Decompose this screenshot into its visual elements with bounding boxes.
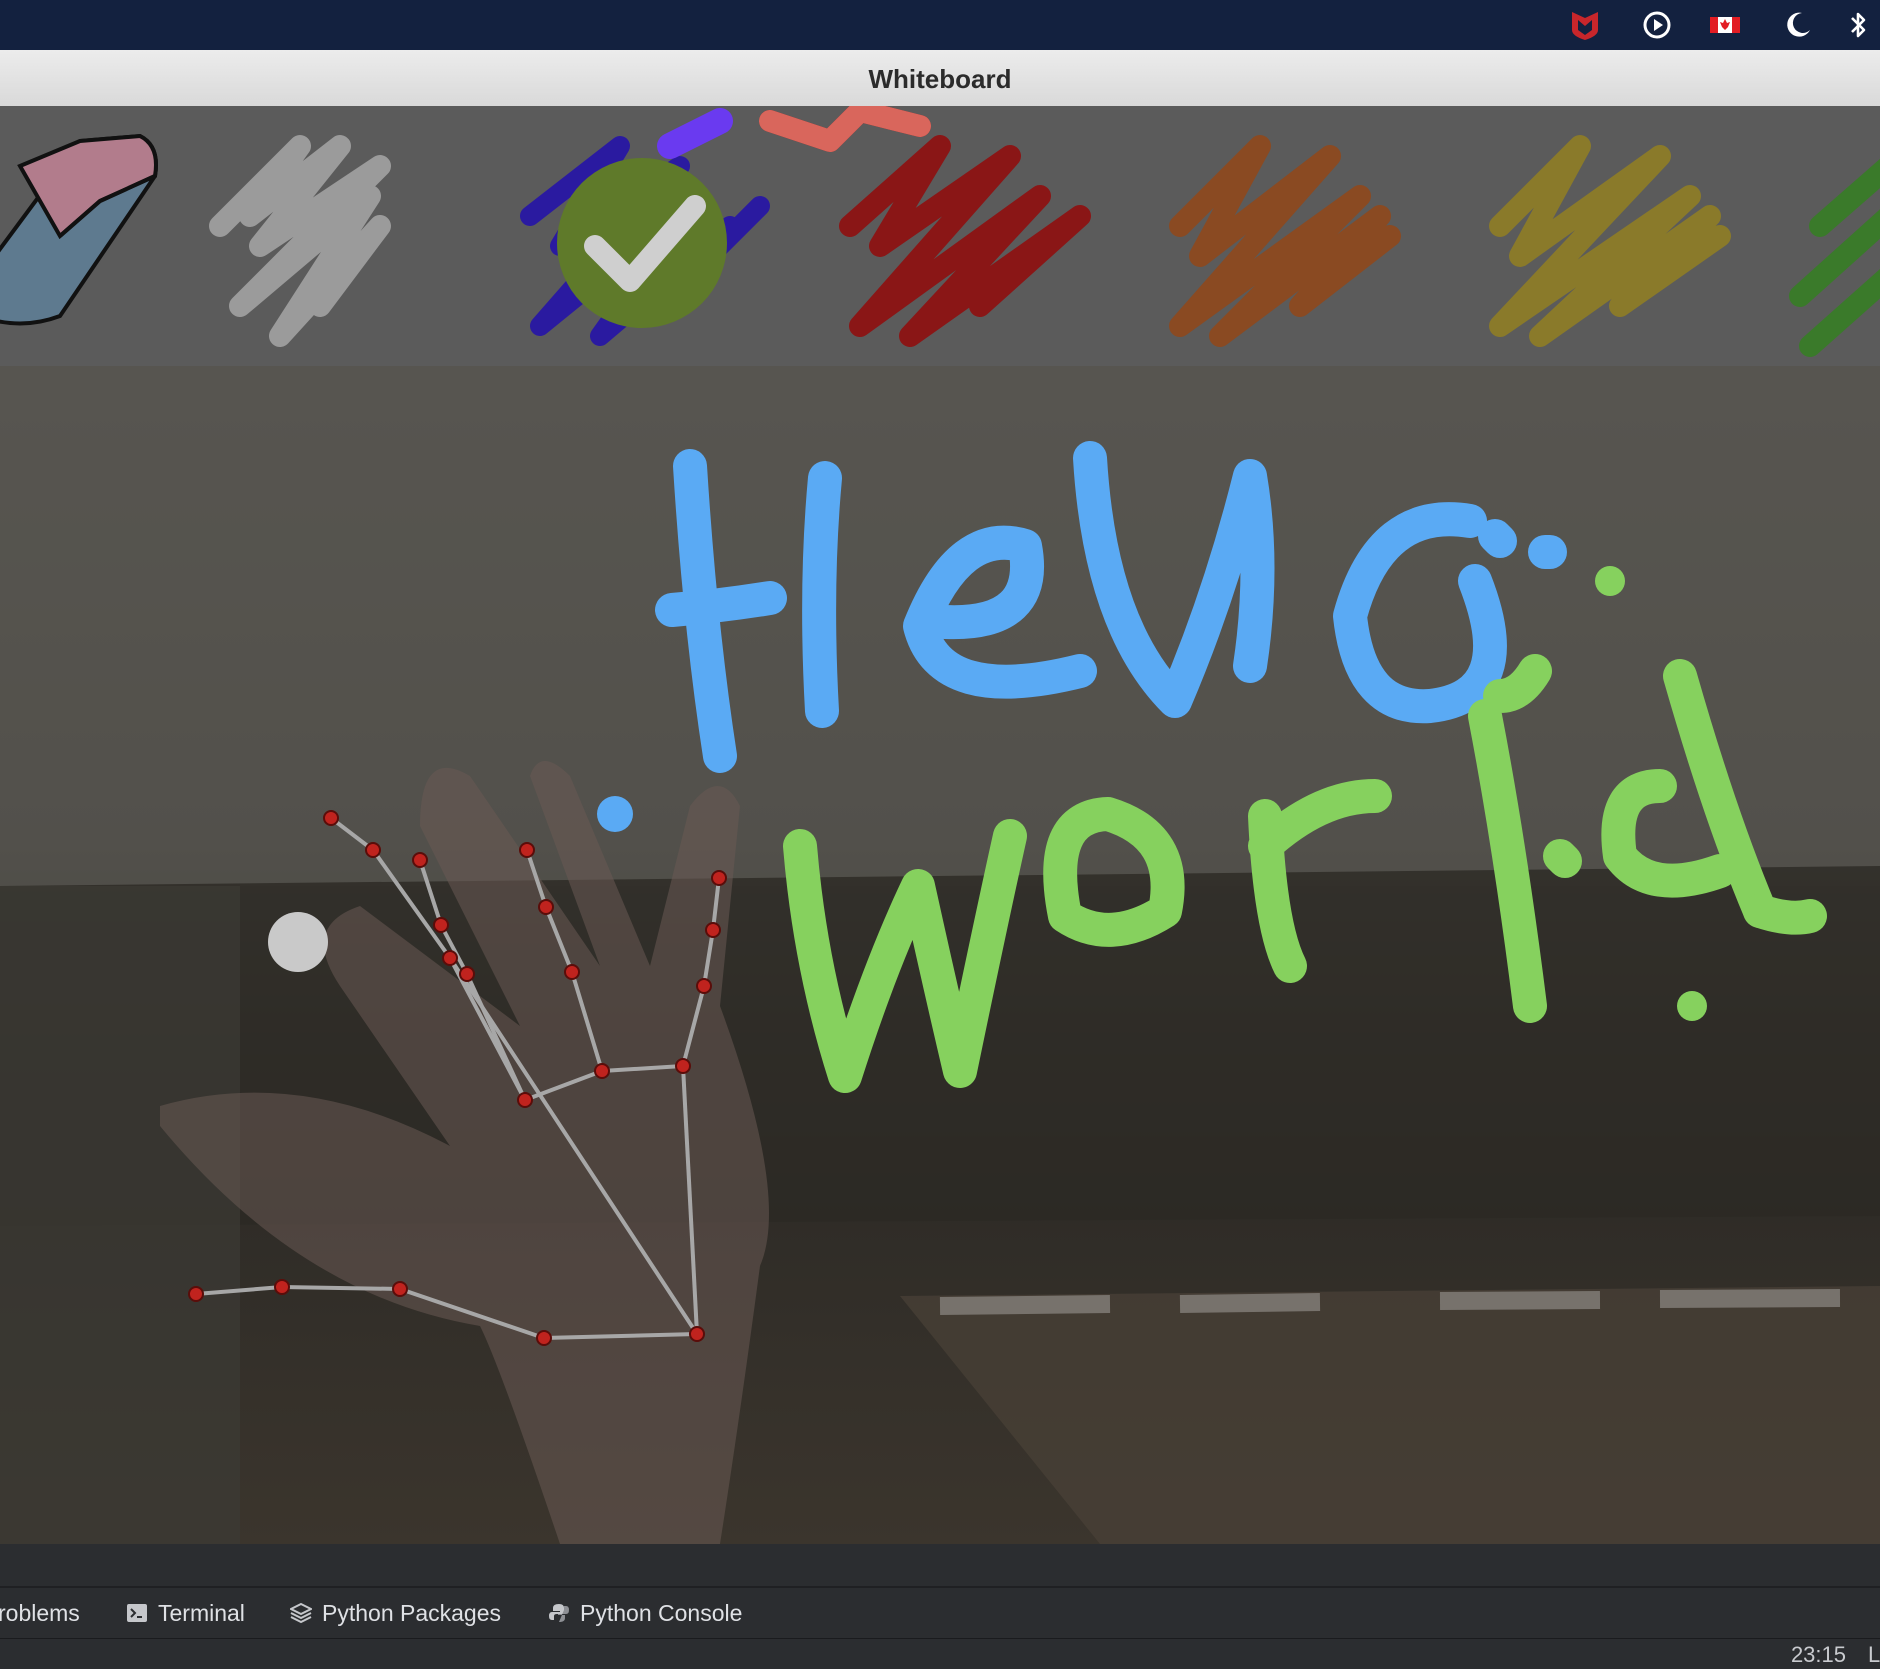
bluetooth-icon[interactable] — [1842, 8, 1876, 42]
eraser-tool[interactable] — [0, 133, 158, 326]
layers-icon — [290, 1602, 312, 1624]
editor-gutter — [0, 1544, 1880, 1588]
tab-python-console[interactable]: Python Console — [548, 1598, 742, 1628]
line-separator-indicator[interactable]: L — [1868, 1642, 1880, 1668]
moon-icon[interactable] — [1780, 8, 1814, 42]
tab-python-packages[interactable]: Python Packages — [290, 1598, 501, 1628]
python-icon — [549, 1604, 569, 1622]
swatch-orange[interactable] — [1169, 135, 1401, 347]
tab-problems[interactable]: roblems — [0, 1598, 80, 1628]
selected-indicator — [557, 158, 727, 328]
window-title-bar[interactable]: Whiteboard — [0, 50, 1880, 107]
cursor-pointer — [268, 912, 328, 972]
swatch-green[interactable] — [1789, 156, 1880, 357]
tab-python-packages-label: Python Packages — [322, 1599, 502, 1626]
canada-flag-icon[interactable] — [1708, 8, 1742, 42]
tab-terminal-label: Terminal — [158, 1599, 245, 1626]
swatch-yellow[interactable] — [1489, 135, 1731, 347]
swatch-blue[interactable] — [520, 108, 770, 346]
tab-terminal[interactable]: Terminal — [126, 1598, 245, 1628]
tab-python-console-label: Python Console — [580, 1599, 743, 1626]
drawing-canvas[interactable] — [0, 366, 1880, 1544]
tool-palette — [0, 100, 1880, 366]
window-title: Whiteboard — [868, 64, 1012, 94]
status-bar: 23:15 L — [0, 1638, 1880, 1669]
terminal-icon — [127, 1604, 147, 1622]
mcafee-shield-icon[interactable] — [1568, 8, 1602, 42]
tool-window-bar: roblems Terminal Python Packages Python … — [0, 1588, 1880, 1638]
play-circle-icon[interactable] — [1640, 8, 1674, 42]
cursor-position[interactable]: 23:15 — [1791, 1642, 1846, 1668]
menu-bar — [0, 0, 1880, 50]
swatch-gray[interactable] — [209, 135, 391, 347]
tab-problems-label: roblems — [0, 1599, 80, 1626]
